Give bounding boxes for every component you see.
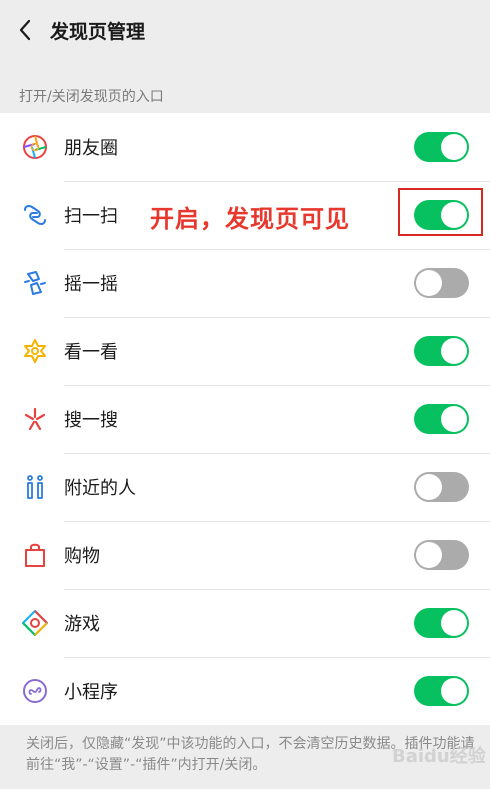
annotation-highlight-box bbox=[398, 188, 483, 236]
shopping-toggle[interactable] bbox=[414, 540, 469, 570]
scan-icon bbox=[22, 202, 48, 228]
title-bar: 发现页管理 bbox=[0, 0, 490, 60]
top-stories-icon bbox=[22, 338, 48, 364]
moments-icon bbox=[22, 134, 48, 160]
back-button[interactable] bbox=[0, 0, 50, 60]
item-label: 朋友圈 bbox=[64, 138, 118, 159]
chevron-left-icon bbox=[19, 19, 31, 41]
list-item-search: 搜一搜 bbox=[0, 385, 490, 453]
search-toggle[interactable] bbox=[414, 404, 469, 434]
shake-toggle[interactable] bbox=[414, 268, 469, 298]
toggle-knob bbox=[416, 542, 442, 568]
toggle-knob bbox=[416, 474, 442, 500]
item-label: 小程序 bbox=[64, 682, 118, 703]
page-title: 发现页管理 bbox=[50, 20, 146, 43]
mini-programs-icon bbox=[22, 678, 48, 704]
list-item-shopping: 购物 bbox=[0, 521, 490, 589]
item-label: 扫一扫 bbox=[64, 206, 118, 227]
item-label: 搜一搜 bbox=[64, 410, 118, 431]
annotation-callout: 开启，发现页可见 bbox=[150, 205, 350, 233]
item-label: 看一看 bbox=[64, 342, 118, 363]
list-item-moments: 朋友圈 bbox=[0, 113, 490, 181]
item-label: 附近的人 bbox=[64, 478, 136, 499]
list-item-people-nearby: 附近的人 bbox=[0, 453, 490, 521]
games-toggle[interactable] bbox=[414, 608, 469, 638]
watermark: Baidu经验 bbox=[392, 746, 486, 767]
toggle-knob bbox=[441, 338, 467, 364]
toggle-knob bbox=[441, 610, 467, 636]
games-icon bbox=[22, 610, 48, 636]
item-label: 购物 bbox=[64, 546, 100, 567]
list-item-top-stories: 看一看 bbox=[0, 317, 490, 385]
people-nearby-icon bbox=[22, 474, 48, 500]
toggle-knob bbox=[441, 678, 467, 704]
top-stories-toggle[interactable] bbox=[414, 336, 469, 366]
toggle-knob bbox=[441, 134, 467, 160]
toggle-knob bbox=[416, 270, 442, 296]
mini-programs-toggle[interactable] bbox=[414, 676, 469, 706]
item-label: 摇一摇 bbox=[64, 274, 118, 295]
list-item-mini-programs: 小程序 bbox=[0, 657, 490, 725]
item-label: 游戏 bbox=[64, 614, 100, 635]
search-icon bbox=[22, 406, 48, 432]
toggle-knob bbox=[441, 406, 467, 432]
shake-icon bbox=[22, 270, 48, 296]
people-nearby-toggle[interactable] bbox=[414, 472, 469, 502]
list-item-shake: 摇一摇 bbox=[0, 249, 490, 317]
shopping-bag-icon bbox=[22, 542, 48, 568]
list-item-games: 游戏 bbox=[0, 589, 490, 657]
section-caption: 打开/关闭发现页的入口 bbox=[19, 89, 164, 105]
moments-toggle[interactable] bbox=[414, 132, 469, 162]
